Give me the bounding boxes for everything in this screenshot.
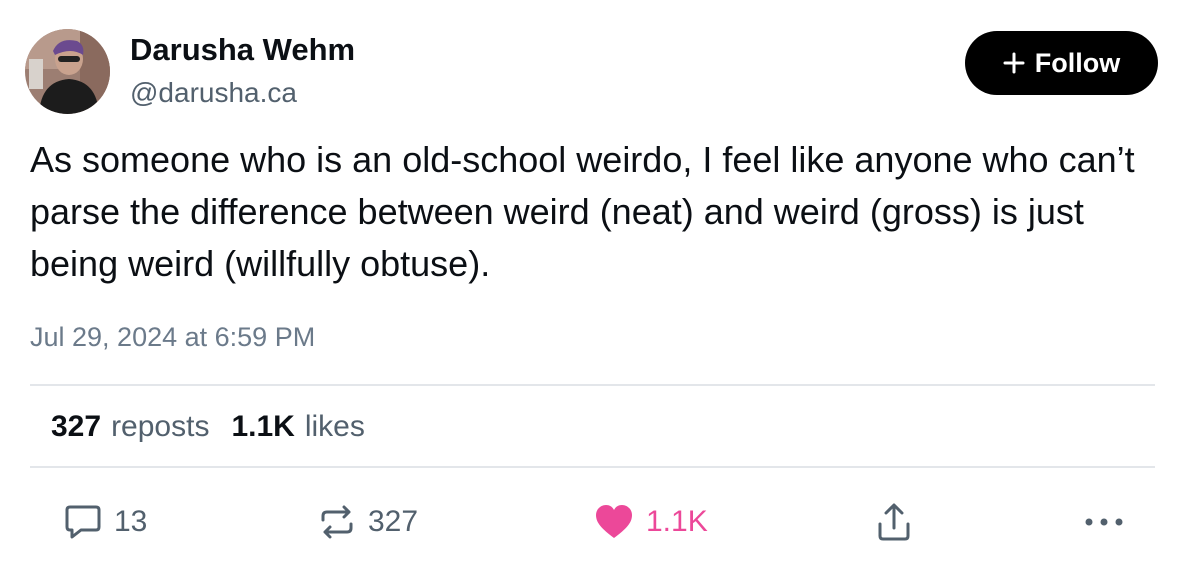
engagement-stats: 327 reposts 1.1K likes [51,410,365,444]
repost-icon [321,505,353,539]
reply-count: 13 [114,505,148,538]
divider [30,466,1155,468]
follow-button[interactable]: Follow [965,31,1158,95]
likes-label[interactable]: likes [305,410,365,444]
comment-icon [65,505,101,539]
more-horizontal-icon [1085,518,1123,526]
plus-icon [1003,52,1025,74]
more-options-button[interactable] [1084,500,1124,544]
reposts-label[interactable]: reposts [111,410,209,444]
follow-label: Follow [1034,47,1121,78]
heart-icon [596,505,632,538]
repost-button[interactable]: 327 [318,500,418,544]
like-button[interactable]: 1.1K [594,500,708,544]
reposts-count[interactable]: 327 [51,410,101,444]
author-name[interactable]: Darusha Wehm [130,32,355,68]
divider [30,384,1155,386]
share-icon [878,503,910,541]
like-count: 1.1K [646,505,708,538]
likes-count[interactable]: 1.1K [231,410,294,444]
author-handle[interactable]: @darusha.ca [130,77,297,109]
repost-count: 327 [368,505,419,538]
reply-button[interactable]: 13 [64,500,147,544]
post-text: As someone who is an old-school weirdo, … [30,139,1135,284]
avatar[interactable] [25,29,110,114]
post-timestamp[interactable]: Jul 29, 2024 at 6:59 PM [30,322,315,353]
share-button[interactable] [876,500,912,544]
post-card: Darusha Wehm @darusha.ca Follow As someo… [0,0,1188,570]
avatar-image [25,29,110,114]
